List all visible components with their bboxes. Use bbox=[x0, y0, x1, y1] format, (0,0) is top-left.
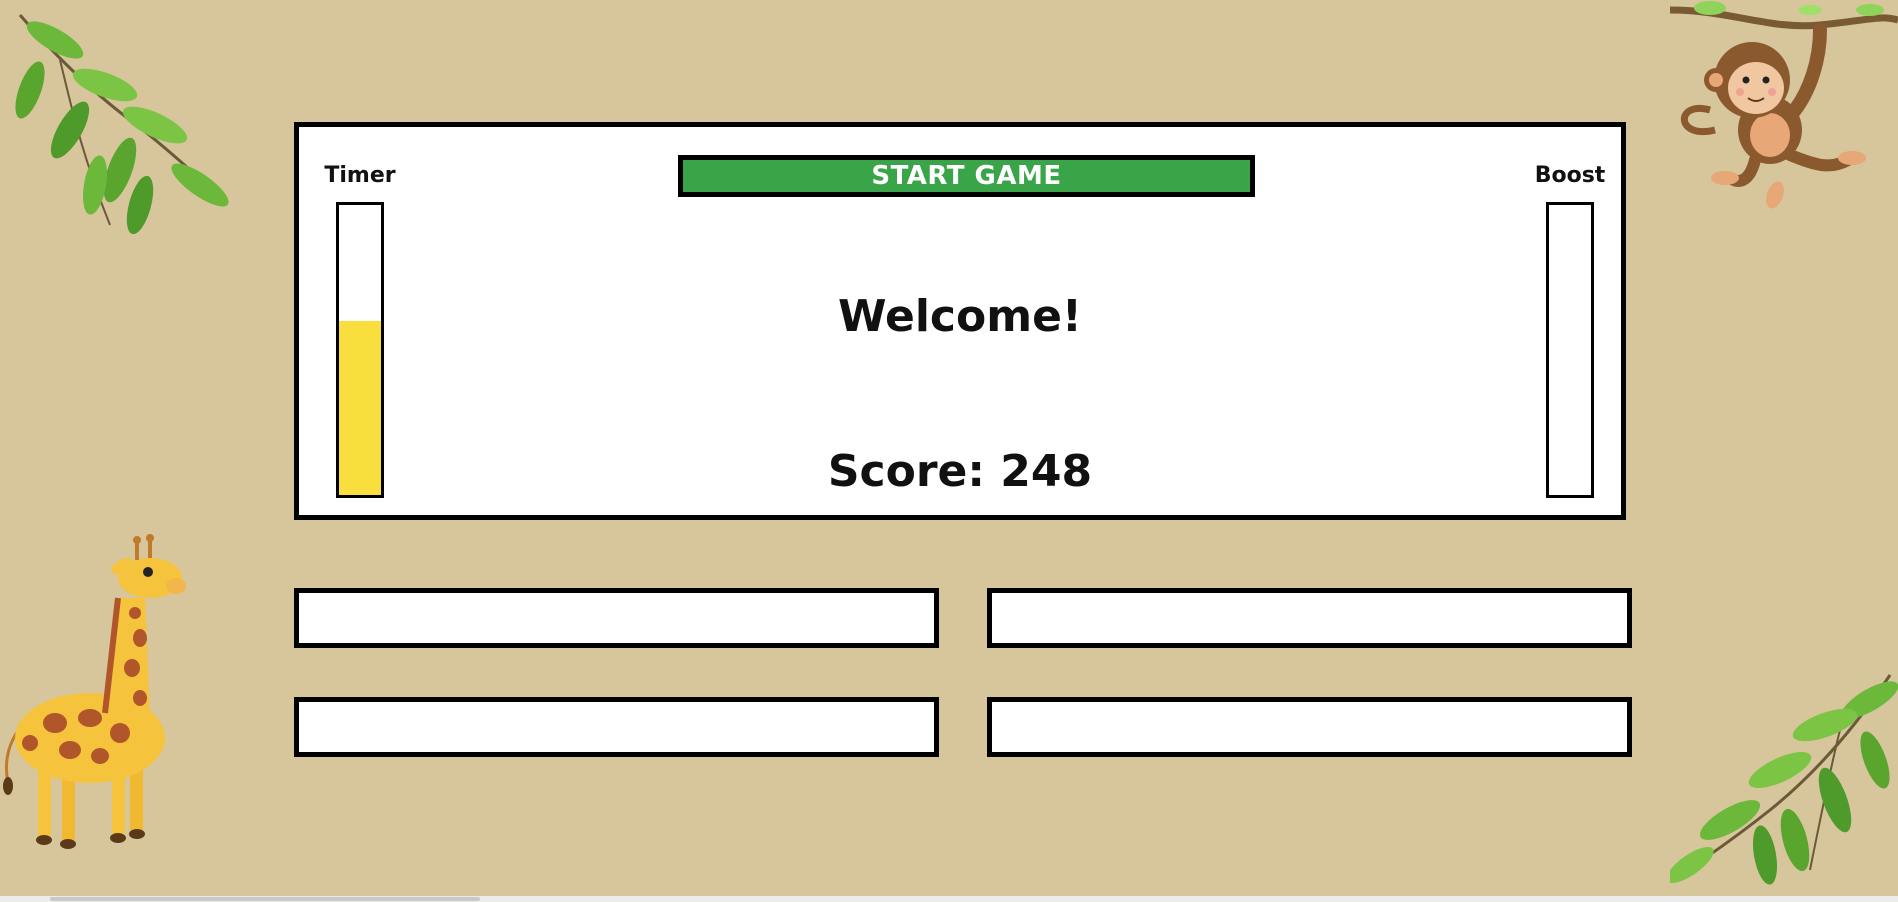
monkey bbox=[1670, 1, 1898, 209]
answer-option-2[interactable] bbox=[987, 588, 1632, 648]
boost-meter bbox=[1546, 202, 1594, 498]
scrollbar-thumb[interactable] bbox=[50, 897, 480, 901]
game-panel: Timer START GAME Welcome! Score: 248 Boo… bbox=[294, 122, 1626, 520]
giraffe bbox=[3, 534, 186, 849]
leaf-branch-top-left bbox=[15, 14, 229, 235]
timer-label: Timer bbox=[324, 163, 396, 188]
leaf-branch-bottom-right bbox=[1670, 674, 1898, 885]
answer-option-1[interactable] bbox=[294, 588, 939, 648]
answer-option-4[interactable] bbox=[987, 697, 1632, 757]
boost-label: Boost bbox=[1534, 163, 1606, 188]
welcome-message: Welcome! bbox=[838, 291, 1082, 342]
start-game-button[interactable]: START GAME bbox=[678, 155, 1255, 197]
answer-option-3[interactable] bbox=[294, 697, 939, 757]
score-display: Score: 248 bbox=[827, 446, 1093, 497]
